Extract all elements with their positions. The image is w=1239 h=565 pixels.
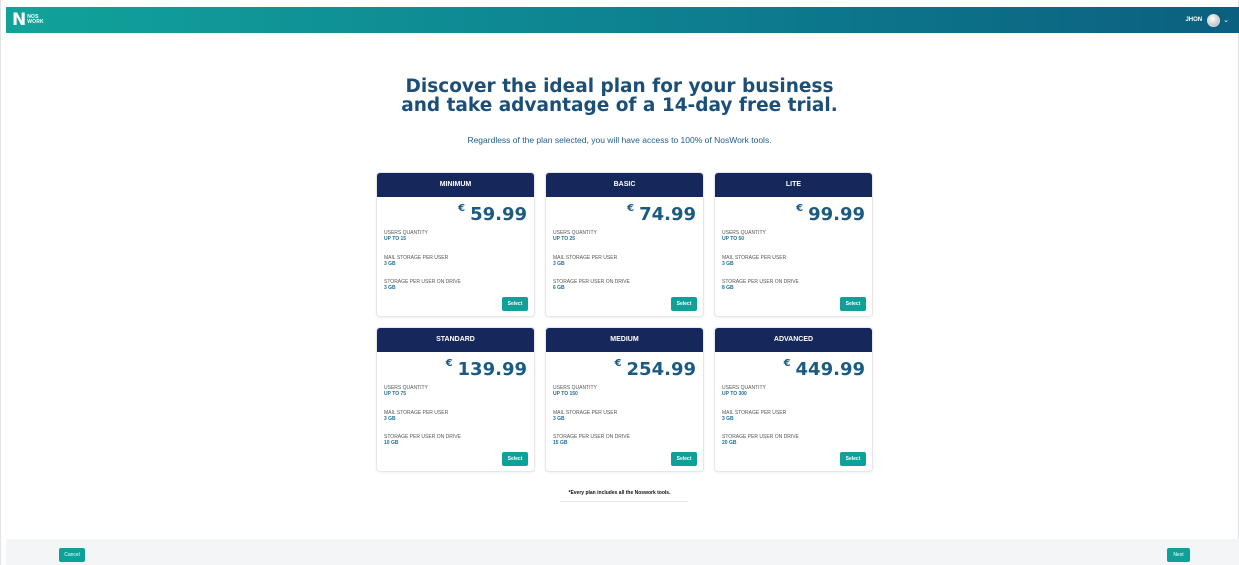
feature-value: 3 GB (722, 416, 734, 422)
currency-symbol: € (458, 203, 466, 214)
currency-symbol: € (445, 358, 453, 369)
plan-price: €254.99 (614, 358, 696, 380)
plan-name: BASIC (546, 173, 703, 197)
feature-value: 10 GB (384, 440, 399, 446)
feature-mail: MAIL STORAGE PER USER 3 GB (384, 255, 448, 268)
feature-users: USERS QUANTITY UP TO 50 (722, 230, 766, 243)
feature-mail: MAIL STORAGE PER USER 3 GB (553, 410, 617, 423)
feature-mail: MAIL STORAGE PER USER 3 GB (722, 410, 786, 423)
user-menu[interactable]: JHON ⌄ (1185, 11, 1229, 29)
plan-name: ADVANCED (715, 328, 872, 352)
plan-name: LITE (715, 173, 872, 197)
feature-value: UP TO 150 (553, 391, 578, 397)
plan-card-standard: STANDARD €139.99 USERS QUANTITY UP TO 75 … (376, 327, 535, 472)
select-button[interactable]: Select (840, 452, 866, 466)
select-button[interactable]: Select (502, 297, 528, 311)
feature-value: 3 GB (384, 416, 396, 422)
divider (560, 501, 688, 502)
feature-drive: STORAGE PER USER ON DRIVE 15 GB (553, 434, 630, 447)
price-value: 139.99 (457, 359, 527, 380)
cancel-button[interactable]: Cancel (59, 548, 85, 562)
plan-name: STANDARD (377, 328, 534, 352)
next-button[interactable]: Next (1167, 548, 1190, 562)
plan-price: €74.99 (627, 203, 696, 225)
select-button[interactable]: Select (840, 297, 866, 311)
noswork-logo[interactable]: N NOS WORK (12, 11, 44, 29)
price-value: 254.99 (626, 359, 696, 380)
plan-name: MEDIUM (546, 328, 703, 352)
plan-card-lite: LITE €99.99 USERS QUANTITY UP TO 50 MAIL … (714, 172, 873, 317)
page-subtitle: Regardless of the plan selected, you wil… (467, 135, 772, 145)
feature-users: USERS QUANTITY UP TO 150 (553, 385, 597, 398)
plan-price: €99.99 (796, 203, 865, 225)
feature-users: USERS QUANTITY UP TO 75 (384, 385, 428, 398)
price-value: 74.99 (639, 204, 696, 225)
plan-price: €449.99 (783, 358, 865, 380)
feature-value: UP TO 300 (722, 391, 747, 397)
feature-value: 20 GB (722, 440, 737, 446)
page-title-line-1: Discover the ideal plan for your busines… (405, 76, 834, 97)
feature-value: 8 GB (722, 285, 734, 291)
feature-drive: STORAGE PER USER ON DRIVE 10 GB (384, 434, 461, 447)
feature-users: USERS QUANTITY UP TO 300 (722, 385, 766, 398)
select-button[interactable]: Select (671, 297, 697, 311)
feature-value: 15 GB (553, 440, 568, 446)
currency-symbol: € (627, 203, 635, 214)
feature-drive: STORAGE PER USER ON DRIVE 20 GB (722, 434, 799, 447)
currency-symbol: € (614, 358, 622, 369)
bottom-action-bar (6, 539, 1239, 565)
feature-value: UP TO 50 (722, 236, 745, 242)
chevron-down-icon[interactable]: ⌄ (1223, 16, 1229, 24)
avatar[interactable] (1207, 13, 1221, 27)
feature-value: 6 GB (553, 285, 565, 291)
feature-mail: MAIL STORAGE PER USER 3 GB (384, 410, 448, 423)
feature-value: UP TO 25 (553, 236, 576, 242)
user-name: JHON (1185, 17, 1203, 23)
feature-value: UP TO 75 (384, 391, 407, 397)
feature-mail: MAIL STORAGE PER USER 3 GB (722, 255, 786, 268)
plan-price: €139.99 (445, 358, 527, 380)
page-title: Discover the ideal plan for your busines… (0, 77, 1239, 115)
currency-symbol: € (796, 203, 804, 214)
plan-card-minimum: MINIMUM €59.99 USERS QUANTITY UP TO 15 MA… (376, 172, 535, 317)
currency-symbol: € (783, 358, 791, 369)
price-value: 449.99 (795, 359, 865, 380)
page-title-line-2: and take advantage of a 14-day free tria… (401, 95, 838, 116)
feature-drive: STORAGE PER USER ON DRIVE 3 GB (384, 279, 461, 292)
price-value: 99.99 (808, 204, 865, 225)
select-button[interactable]: Select (671, 452, 697, 466)
feature-value: 3 GB (553, 416, 565, 422)
top-navigation-bar: N NOS WORK JHON ⌄ (6, 7, 1239, 33)
select-button[interactable]: Select (502, 452, 528, 466)
plans-footnote: *Every plan includes all the Noswork too… (568, 490, 671, 496)
plan-name: MINIMUM (377, 173, 534, 197)
feature-value: 3 GB (384, 285, 396, 291)
feature-users: USERS QUANTITY UP TO 15 (384, 230, 428, 243)
feature-value: 3 GB (553, 261, 565, 267)
price-value: 59.99 (470, 204, 527, 225)
plan-card-basic: BASIC €74.99 USERS QUANTITY UP TO 25 MAIL… (545, 172, 704, 317)
plan-price: €59.99 (458, 203, 527, 225)
logo-letter: N (12, 9, 26, 30)
logo-wordmark: NOS WORK (27, 15, 44, 25)
feature-value: 3 GB (384, 261, 396, 267)
feature-value: UP TO 15 (384, 236, 407, 242)
feature-value: 3 GB (722, 261, 734, 267)
feature-users: USERS QUANTITY UP TO 25 (553, 230, 597, 243)
feature-drive: STORAGE PER USER ON DRIVE 8 GB (722, 279, 799, 292)
feature-drive: STORAGE PER USER ON DRIVE 6 GB (553, 279, 630, 292)
feature-mail: MAIL STORAGE PER USER 3 GB (553, 255, 617, 268)
plan-card-medium: MEDIUM €254.99 USERS QUANTITY UP TO 150 M… (545, 327, 704, 472)
logo-word-work: WORK (27, 19, 44, 25)
plan-card-advanced: ADVANCED €449.99 USERS QUANTITY UP TO 300… (714, 327, 873, 472)
